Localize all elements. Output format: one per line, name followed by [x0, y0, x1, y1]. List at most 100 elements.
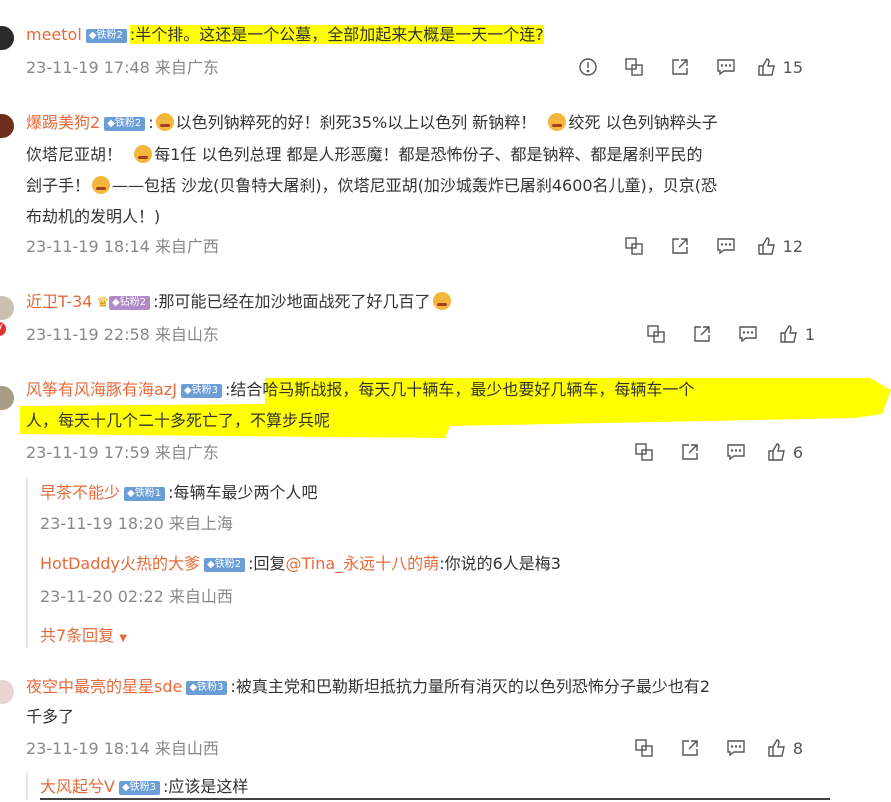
diamond-icon: ◆ [127, 488, 135, 499]
translate-button[interactable] [621, 441, 667, 463]
caret-down-icon: ▼ [119, 633, 127, 644]
like-button[interactable]: 12 [757, 235, 803, 257]
comment-icon [727, 740, 745, 757]
reply-line: 早茶不能少 ◆铁粉1:每辆车最少两个人吧 [40, 478, 318, 508]
share-button[interactable] [667, 441, 713, 463]
comment-line: meetol ◆铁粉2:半个排。这还是一个公墓，全部加起来大概是一天一个连? [26, 20, 544, 50]
like-button[interactable]: 8 [767, 737, 803, 759]
diamond-icon: ◆ [112, 297, 120, 308]
username[interactable]: 大风起兮V [40, 777, 115, 796]
comment-icon [716, 238, 735, 255]
comment-line: 人，每天十几个二十多死亡了，不算步兵呢 [26, 406, 330, 436]
comment-line: 刽子手！ ——包括 沙龙(贝鲁特大屠刹)，佽塔尼亚胡(加沙城轰炸已屠刹4600名儿… [26, 171, 717, 201]
like-button[interactable]: 1 [779, 323, 815, 345]
angry-emoji-icon [155, 113, 174, 131]
comment-text: 绞死 以色列钠粹头子 [568, 113, 718, 132]
verified-icon: V [0, 322, 6, 336]
username[interactable]: 风筝有风海豚有海azJ [26, 380, 177, 399]
report-button[interactable] [565, 56, 611, 78]
comment-text: 以色列钠粹死的好！刹死35%以上以色列 新钠粹！ [175, 113, 537, 132]
fan-badge: ◆铁粉3 [186, 681, 228, 695]
share-icon [694, 326, 710, 342]
like-count: 15 [782, 57, 803, 77]
comment-actions: 12 [611, 235, 803, 257]
like-icon [768, 443, 785, 461]
like-button[interactable]: 15 [757, 56, 803, 78]
timestamp: 23-11-20 02:22 来自山西 [40, 587, 233, 606]
fan-badge: ◆钻粉2 [109, 296, 151, 310]
timestamp: 23-11-19 17:48 来自广东 [26, 58, 219, 77]
comment-text: 千多了 [26, 707, 75, 726]
reply-button[interactable] [713, 441, 759, 463]
diamond-icon: ◆ [107, 118, 115, 129]
translate-button[interactable] [611, 56, 657, 78]
comment-text: :结合哈马斯战报，每天几十辆车，最少也要好几辆车，每辆车一个 [225, 380, 695, 399]
comment-text: ——包括 沙龙(贝鲁特大屠刹)，佽塔尼亚胡(加沙城轰炸已屠刹4600名儿童)，贝… [112, 176, 718, 195]
yummy-emoji-icon [432, 292, 451, 310]
comment-text: 人，每天十几个二十多死亡了，不算步兵呢 [26, 411, 331, 430]
fan-badge: ◆铁粉2 [104, 117, 146, 131]
comment-actions: 15 [565, 56, 803, 78]
username[interactable]: 夜空中最亮的星星sde [26, 677, 182, 696]
fan-badge: ◆铁粉2 [85, 29, 127, 43]
translate-button[interactable] [633, 323, 679, 345]
like-count: 12 [782, 236, 803, 256]
reply-button[interactable] [725, 323, 771, 345]
like-button[interactable]: 6 [767, 441, 803, 463]
translate-button[interactable] [611, 235, 657, 257]
like-icon [757, 237, 775, 255]
comment-line: 布劫机的发明人！) [26, 202, 160, 232]
username[interactable]: 爆踢美狗2 [26, 113, 100, 132]
share-button[interactable] [679, 323, 725, 345]
reply-text: :你说的6人是梅3 [439, 554, 561, 573]
comment-icon [727, 444, 745, 461]
translate-icon [624, 58, 643, 76]
translate-icon [635, 739, 653, 757]
like-count: 1 [804, 324, 815, 344]
comment-line: 近卫T-34 ♛ ◆钻粉2:那可能已经在加沙地面战死了好几百了 [26, 287, 453, 318]
diamond-icon: ◆ [183, 385, 192, 396]
avatar[interactable] [0, 680, 14, 704]
like-icon [757, 58, 775, 76]
share-icon [682, 740, 698, 756]
comment-text: :被真主党和巴勒斯坦抵抗力量所有消灭的以色列恐怖分子最少也有2 [230, 677, 710, 696]
share-button[interactable] [657, 235, 703, 257]
reply-button[interactable] [713, 737, 759, 759]
share-button[interactable] [667, 737, 713, 759]
username[interactable]: HotDaddy火热的大爹 [40, 554, 200, 573]
share-button[interactable] [657, 56, 703, 78]
avatar[interactable] [0, 386, 14, 410]
comment-actions: 8 [621, 737, 803, 759]
reply-thread-bar [26, 772, 28, 800]
comment-line: 千多了 [26, 702, 74, 732]
comment-text: 佽塔尼亚胡！ [26, 145, 123, 164]
fan-badge: ◆铁粉1 [124, 487, 166, 501]
comment-line: 佽塔尼亚胡！ 每1任 以色列总理 都是人形恶魔！都是恐怖份子、都是钠粹、都是屠刹… [26, 140, 703, 170]
more-replies-link[interactable]: 共7条回复 ▼ [40, 626, 127, 649]
username[interactable]: meetol [26, 25, 82, 44]
fan-badge: ◆铁粉2 [204, 558, 246, 572]
mention-link[interactable]: @Tina_永远十八的萌 [286, 554, 440, 573]
fan-badge: ◆铁粉3 [180, 384, 223, 398]
username[interactable]: 早茶不能少 [40, 483, 120, 502]
avatar[interactable] [0, 114, 14, 138]
diamond-icon: ◆ [121, 782, 130, 793]
reply-thread-bar [26, 478, 28, 648]
comment-text: 每1任 以色列总理 都是人形恶魔！都是恐怖份子、都是钠粹、都是屠刹平民的 [154, 145, 703, 164]
translate-button[interactable] [621, 737, 667, 759]
avatar[interactable] [0, 296, 14, 320]
timestamp: 23-11-19 18:20 来自上海 [40, 514, 233, 533]
comment-actions: 1 [633, 323, 815, 345]
diamond-icon: ◆ [189, 682, 198, 693]
comment-actions: 6 [621, 441, 803, 463]
like-icon [768, 739, 785, 757]
username[interactable]: 近卫T-34 [26, 292, 92, 311]
comment-text: :半个排。这还是一个公墓，全部加起来大概是一天一个连? [129, 25, 544, 44]
share-icon [671, 59, 688, 75]
reply-line: HotDaddy火热的大爹 ◆铁粉2:回复@Tina_永远十八的萌:你说的6人是梅… [40, 549, 561, 579]
avatar[interactable] [0, 26, 14, 50]
reply-button[interactable] [703, 56, 749, 78]
timestamp: 23-11-19 18:14 来自广西 [26, 237, 219, 256]
comment-text: :那可能已经在加沙地面战死了好几百了 [153, 292, 431, 311]
reply-button[interactable] [703, 235, 749, 257]
